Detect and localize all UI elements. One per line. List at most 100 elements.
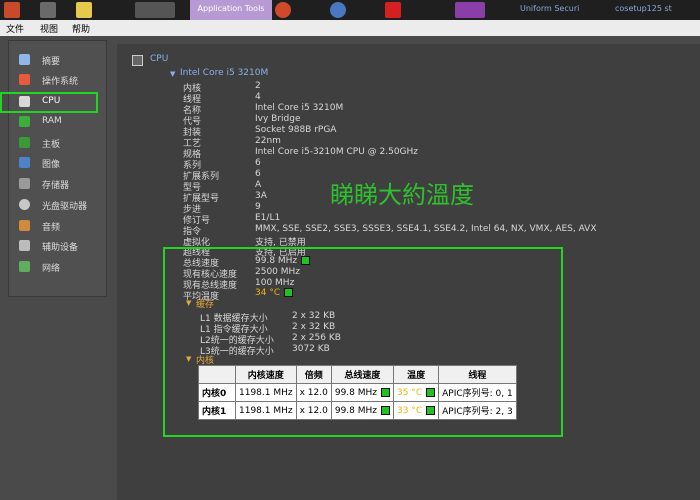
collapse-triangle-icon[interactable]: ▼ [186,355,191,363]
table-header: 温度 [393,365,440,384]
table-header: 倍频 [295,365,332,384]
sidebar-item-label: 图像 [42,160,61,170]
prop-value: Intel Core i5 3210M [255,103,344,113]
sidebar-item-summary[interactable]: 摘要 [12,51,102,69]
network-icon [19,261,30,272]
core-temp-cell: 33 °C [393,401,440,420]
prop-value: Intel Core i5-3210M CPU @ 2.50GHz [255,147,419,157]
cpu-highlight-box [0,92,98,113]
status-check-icon [301,256,311,265]
cache-section-title[interactable]: 缓存 [196,297,214,310]
summary-icon [19,54,30,65]
core-multiplier: x 12.0 [295,401,332,420]
taskbar-text[interactable]: cosetup125 st [615,4,672,13]
status-check-icon [426,387,436,397]
status-check-icon [426,405,436,415]
core-threads: APIC序列号: 2, 3 [438,401,517,420]
status-check-icon [381,405,391,415]
table-row: 内核1 1198.1 MHz x 12.0 99.8 MHz 33 °C API… [198,401,517,420]
sidebar-item-storage[interactable]: 存储器 [12,175,102,193]
taskbar-app-icon[interactable] [275,2,291,18]
menu-help[interactable]: 帮助 [72,22,90,35]
sidebar-item-os[interactable]: 操作系统 [12,71,102,89]
core-speed: 1198.1 MHz [235,383,297,402]
sidebar-item-label: 存储器 [42,181,70,191]
core-speed: 1198.1 MHz [235,401,297,420]
table-row: 内核0 1198.1 MHz x 12.0 99.8 MHz 35 °C API… [198,383,517,402]
sidebar-item-graphics[interactable]: 图像 [12,154,102,172]
bus-value: 99.8 MHz [255,256,311,266]
graphics-icon [19,157,30,168]
taskbar-app-icon[interactable] [76,2,92,18]
prop-value: 22nm [255,136,281,146]
optical-drive-icon [19,199,30,210]
cpu-tree-root[interactable]: CPU [150,54,168,64]
bus-value: 2500 MHz [255,267,301,277]
taskbar-app-icon[interactable] [4,2,20,18]
prop-value: 2 [255,81,261,91]
peripherals-icon [19,240,30,251]
core-name: 内核0 [198,383,236,402]
ram-icon [19,116,30,127]
table-header [198,365,236,384]
sidebar-item-ram[interactable]: RAM [12,113,102,131]
prop-value: MMX, SSE, SSE2, SSE3, SSSE3, SSE4.1, SSE… [255,224,597,234]
motherboard-icon [19,137,30,148]
cpu-icon [132,55,143,66]
taskbar-app-icon[interactable] [455,2,485,18]
sidebar: 摘要 操作系统 CPU RAM 主板 图像 存储器 光盘驱动器 音频 辅助设备 … [8,40,107,297]
taskbar-app-icon[interactable] [330,2,346,18]
core-temp-cell: 35 °C [393,383,440,402]
core-temperature: 35 °C [397,387,423,398]
sidebar-item-label: RAM [42,116,62,126]
core-temperature: 33 °C [397,405,423,416]
core-name: 内核1 [198,401,236,420]
prop-value: E1/L1 [255,213,281,223]
sidebar-item-label: 主板 [42,140,61,150]
taskbar-app-icon[interactable] [135,2,175,18]
menu-bar: 文件 视图 帮助 [0,20,700,36]
sidebar-item-label: 网络 [42,264,61,274]
sidebar-item-peripherals[interactable]: 辅助设备 [12,237,102,255]
bus-speed-value: 99.8 MHz [255,256,298,266]
collapse-triangle-icon[interactable]: ▼ [170,70,175,78]
menu-file[interactable]: 文件 [6,22,24,35]
table-header: 总线速度 [330,365,395,384]
table-header-row: 内核速度 倍频 总线速度 温度 线程 [198,365,517,384]
collapse-triangle-icon[interactable]: ▼ [186,299,191,307]
taskbar-app-icon[interactable] [40,2,56,18]
sidebar-item-label: 光盘驱动器 [42,202,88,212]
prop-value: A [255,180,262,190]
core-bus-cell: 99.8 MHz [330,383,395,402]
sidebar-item-label: 操作系统 [42,77,79,87]
sidebar-item-label: 辅助设备 [42,243,79,253]
application-tools-tab[interactable]: Application Tools [190,0,272,20]
prop-value: Socket 988B rPGA [255,125,337,135]
cache-value: 2 x 256 KB [292,333,341,343]
prop-value: 9 [255,202,261,212]
sidebar-item-label: 音频 [42,223,61,233]
core-bus-speed: 99.8 MHz [334,405,378,416]
prop-value: 6 [255,169,261,179]
taskbar: Application Tools Uniform Securi cosetup… [0,0,700,20]
prop-value: 3A [255,191,267,201]
sidebar-item-audio[interactable]: 音频 [12,217,102,235]
prop-value: Ivy Bridge [255,114,301,124]
taskbar-app-icon[interactable] [385,2,401,18]
storage-icon [19,178,30,189]
taskbar-text[interactable]: Uniform Securi [520,4,579,13]
sidebar-item-optical-drive[interactable]: 光盘驱动器 [12,196,102,214]
average-temperature-value: 34 °C [255,288,281,298]
sidebar-item-network[interactable]: 网络 [12,258,102,276]
core-bus-speed: 99.8 MHz [334,387,378,398]
sidebar-item-motherboard[interactable]: 主板 [12,134,102,152]
cache-value: 2 x 32 KB [292,311,336,321]
bus-value: 100 MHz [255,278,295,288]
menu-view[interactable]: 视图 [40,22,58,35]
sidebar-item-label: 摘要 [42,57,61,67]
status-check-icon [381,387,391,397]
core-multiplier: x 12.0 [295,383,332,402]
temperature-annotation: 睇睇大約溫度 [330,181,474,209]
prop-value: 6 [255,158,261,168]
cpu-model-node[interactable]: Intel Core i5 3210M [180,68,268,78]
